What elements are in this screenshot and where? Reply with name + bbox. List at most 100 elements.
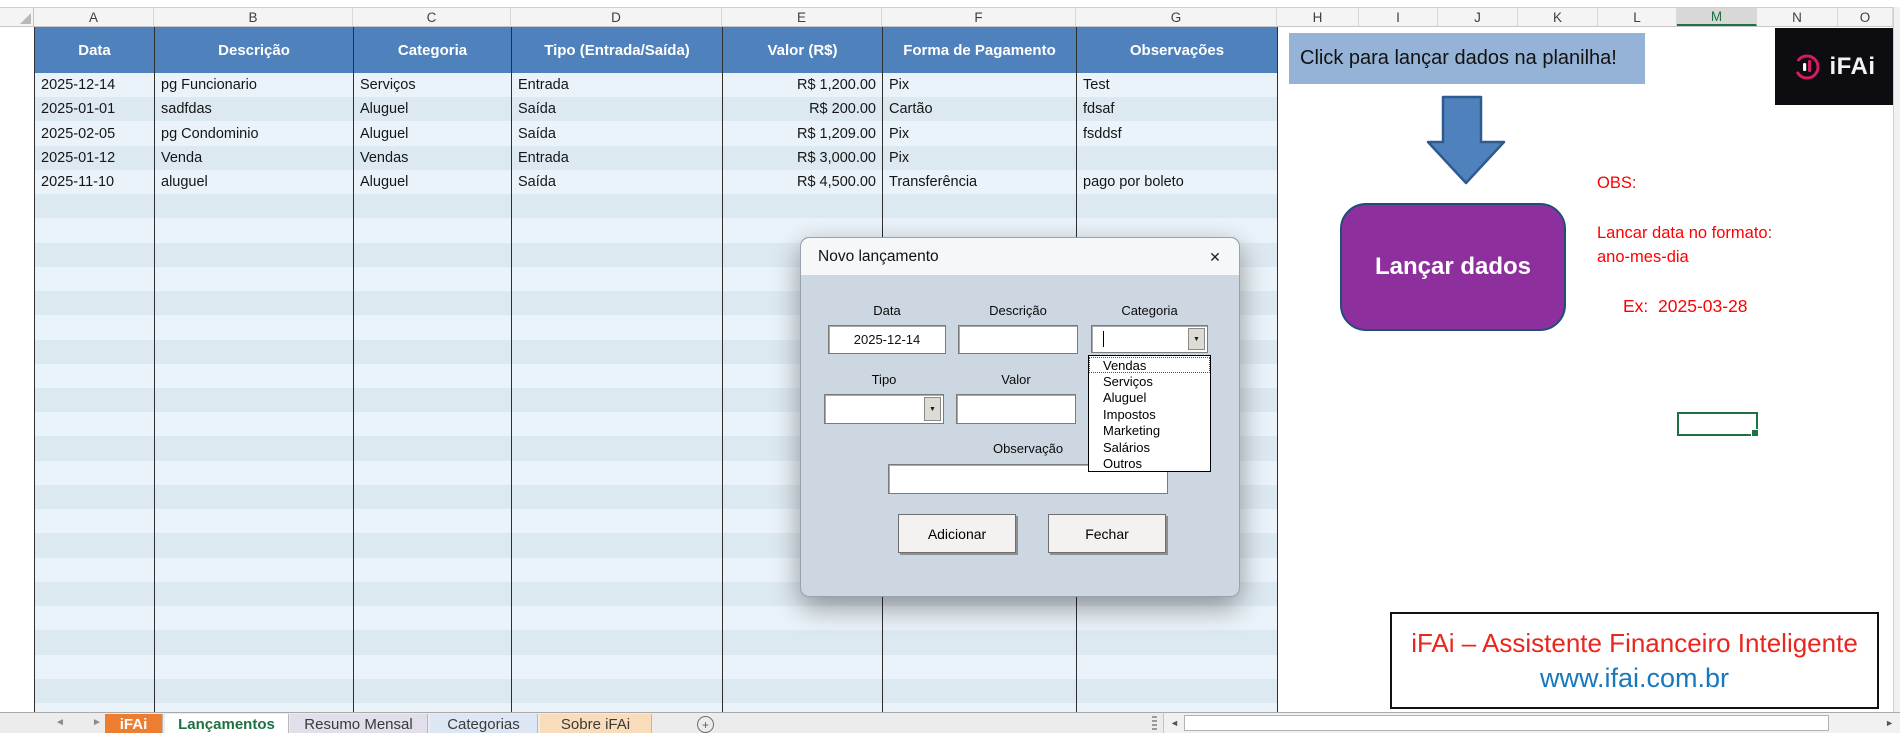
sheet-tab-1[interactable]: Lançamentos — [165, 714, 289, 733]
cell[interactable]: fdsaf — [1077, 97, 1277, 121]
categoria-combobox[interactable]: ▼ — [1091, 325, 1208, 353]
cell[interactable]: R$ 1,209.00 — [723, 121, 882, 145]
column-header-A[interactable]: A — [34, 8, 154, 26]
cell[interactable]: 2025-12-14 — [35, 73, 154, 97]
cell[interactable]: 2025-01-12 — [35, 146, 154, 170]
footer-brand-box: iFAi – Assistente Financeiro Inteligente… — [1390, 612, 1879, 709]
table-header-cell: Valor (R$) — [723, 27, 882, 73]
cell[interactable]: Venda — [155, 146, 353, 170]
select-all-corner[interactable] — [0, 8, 34, 26]
ifai-logo-icon — [1794, 54, 1820, 79]
cell[interactable]: R$ 4,500.00 — [723, 170, 882, 194]
cell[interactable]: pg Funcionario — [155, 73, 353, 97]
column-header-J[interactable]: J — [1438, 8, 1518, 26]
new-entry-dialog: Novo lançamento ✕ Data Descrição Categor… — [800, 237, 1240, 597]
column-header-I[interactable]: I — [1359, 8, 1438, 26]
cell[interactable]: Aluguel — [354, 97, 511, 121]
cell[interactable]: Aluguel — [354, 121, 511, 145]
column-header-L[interactable]: L — [1598, 8, 1677, 26]
chevron-down-icon[interactable]: ▼ — [924, 397, 941, 421]
cell[interactable]: sadfdas — [155, 97, 353, 121]
column-header-K[interactable]: K — [1518, 8, 1598, 26]
table-header-cell: Data — [35, 27, 154, 73]
category-option[interactable]: Serviços — [1089, 373, 1210, 389]
cell[interactable]: Pix — [883, 146, 1076, 170]
cell[interactable]: Saída — [512, 170, 722, 194]
table-header-cell: Categoria — [354, 27, 511, 73]
footer-url[interactable]: www.ifai.com.br — [1540, 663, 1729, 694]
cell[interactable]: pg Condominio — [155, 121, 353, 145]
column-header-E[interactable]: E — [722, 8, 882, 26]
cell[interactable]: R$ 1,200.00 — [723, 73, 882, 97]
cell[interactable]: R$ 200.00 — [723, 97, 882, 121]
sheet-tab-3[interactable]: Categorias — [430, 714, 538, 733]
category-option[interactable]: Impostos — [1089, 406, 1210, 422]
category-option[interactable]: Outros — [1089, 455, 1210, 471]
cell[interactable]: Vendas — [354, 146, 511, 170]
descricao-input[interactable] — [958, 325, 1078, 354]
column-header-F[interactable]: F — [882, 8, 1076, 26]
close-icon[interactable]: ✕ — [1204, 247, 1226, 267]
horizontal-scrollbar[interactable]: ◄ ► — [1163, 712, 1900, 733]
cell[interactable]: 2025-01-01 — [35, 97, 154, 121]
cell[interactable] — [1077, 146, 1277, 170]
cell[interactable]: Pix — [883, 121, 1076, 145]
cell[interactable]: Aluguel — [354, 170, 511, 194]
category-option[interactable]: Aluguel — [1089, 390, 1210, 406]
grid-row-band — [34, 678, 1277, 703]
valor-input[interactable] — [956, 394, 1076, 424]
category-option[interactable]: Salários — [1089, 439, 1210, 455]
table-header-cell: Descrição — [155, 27, 353, 73]
tipo-combobox[interactable]: ▼ — [824, 394, 944, 424]
scroll-left-icon[interactable]: ◄ — [1170, 718, 1179, 728]
new-sheet-icon[interactable]: + — [697, 716, 714, 733]
cell[interactable]: aluguel — [155, 170, 353, 194]
column-header-H[interactable]: H — [1277, 8, 1359, 26]
cell[interactable]: Entrada — [512, 146, 722, 170]
cell[interactable]: Saída — [512, 97, 722, 121]
cell[interactable]: fsddsf — [1077, 121, 1277, 145]
sheet-tab-0[interactable]: iFAi — [105, 714, 163, 733]
cell[interactable]: Pix — [883, 73, 1076, 97]
column-header-G[interactable]: G — [1076, 8, 1277, 26]
cell[interactable]: Saída — [512, 121, 722, 145]
cell[interactable]: Serviços — [354, 73, 511, 97]
chevron-down-icon[interactable]: ▼ — [1188, 328, 1205, 350]
cell[interactable]: 2025-02-05 — [35, 121, 154, 145]
column-header-M[interactable]: M — [1677, 8, 1757, 26]
column-header-N[interactable]: N — [1757, 8, 1838, 26]
category-option[interactable]: Vendas — [1089, 357, 1210, 374]
grid-row-band — [34, 194, 1277, 219]
cell[interactable]: Cartão — [883, 97, 1076, 121]
obs-title: OBS: — [1597, 174, 1637, 192]
launch-data-button[interactable]: Lançar dados — [1340, 203, 1566, 331]
horizontal-scroll-thumb[interactable] — [1184, 715, 1829, 731]
splitter-grip[interactable] — [1152, 716, 1157, 730]
down-arrow-shape — [1426, 95, 1506, 185]
tab-scroll-right-icon[interactable]: ► — [92, 717, 102, 728]
click-banner[interactable]: Click para lançar dados na planilha! — [1289, 33, 1645, 84]
scroll-right-icon[interactable]: ► — [1885, 718, 1894, 728]
sheet-tab-4[interactable]: Sobre iFAi — [540, 714, 652, 733]
data-input[interactable]: 2025-12-14 — [828, 325, 946, 354]
column-header-O[interactable]: O — [1838, 8, 1893, 26]
category-option[interactable]: Marketing — [1089, 423, 1210, 439]
cell[interactable]: Entrada — [512, 73, 722, 97]
cell[interactable]: Test — [1077, 73, 1277, 97]
close-button[interactable]: Fechar — [1048, 514, 1166, 553]
selected-cell[interactable] — [1677, 412, 1759, 438]
cell[interactable]: Transferência — [883, 170, 1076, 194]
sheet-tab-2[interactable]: Resumo Mensal — [290, 714, 428, 733]
add-button[interactable]: Adicionar — [898, 514, 1016, 553]
grid-row-band — [34, 654, 1277, 679]
cell[interactable]: 2025-11-10 — [35, 170, 154, 194]
column-header-C[interactable]: C — [353, 8, 511, 26]
logo-text: iFAi — [1829, 52, 1876, 80]
vertical-scrollbar[interactable] — [1893, 7, 1900, 712]
column-header-B[interactable]: B — [154, 8, 353, 26]
column-header-D[interactable]: D — [511, 8, 722, 26]
cell[interactable]: pago por boleto — [1077, 170, 1277, 194]
fill-handle[interactable] — [1751, 429, 1759, 438]
tab-scroll-left-icon[interactable]: ◄ — [55, 717, 65, 728]
cell[interactable]: R$ 3,000.00 — [723, 146, 882, 170]
